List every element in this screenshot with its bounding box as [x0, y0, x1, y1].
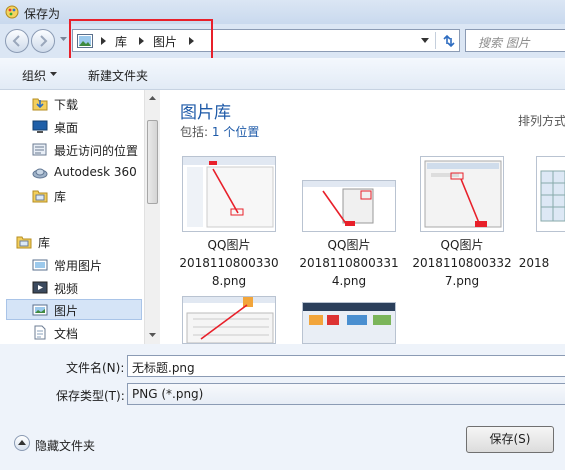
arrange-by-button[interactable]: 排列方式 — [518, 112, 565, 129]
scroll-up-icon[interactable] — [149, 96, 156, 100]
screenshot-thumbnail-icon — [183, 297, 275, 343]
new-folder-button[interactable]: 新建文件夹 — [88, 67, 148, 84]
sidebar-item-label: Autodesk 360 — [54, 165, 137, 179]
sidebar-item-downloads[interactable]: 下载 — [6, 93, 142, 114]
sidebar-item-documents[interactable]: 文档 — [6, 322, 142, 343]
recent-pages-dropdown-icon[interactable] — [60, 37, 67, 42]
library-includes: 包括: 1 个位置 — [180, 123, 259, 140]
save-button[interactable]: 保存(S) — [466, 426, 554, 453]
sidebar-item-label: 桌面 — [54, 121, 79, 135]
sidebar-item-label: 最近访问的位置 — [54, 144, 139, 158]
document-icon — [34, 325, 46, 340]
pictures-icon — [32, 259, 48, 271]
chevron-up-icon — [18, 440, 26, 445]
arrow-left-icon — [12, 35, 20, 47]
file-list-pane: 图片库 包括: 1 个位置 排列方式 QQ图片 2018110800330 8.… — [160, 90, 565, 344]
window-title: 保存为 — [24, 7, 61, 21]
paint-app-icon — [5, 5, 19, 19]
file-name[interactable]: QQ图片 2018110800332 7.png — [407, 236, 517, 290]
forward-button[interactable] — [31, 29, 55, 53]
screenshot-thumbnail-icon — [303, 303, 395, 343]
file-thumbnail[interactable] — [182, 296, 276, 344]
library-icon — [16, 236, 32, 249]
file-thumbnail[interactable] — [420, 156, 504, 232]
file-thumbnail[interactable] — [302, 302, 396, 344]
file-thumbnail[interactable] — [182, 156, 276, 232]
sidebar-item-common-pictures[interactable]: 常用图片 — [6, 254, 142, 275]
sidebar-item-desktop[interactable]: 桌面 — [6, 116, 142, 137]
sidebar-item-label: 库 — [54, 190, 67, 204]
video-icon — [32, 281, 48, 294]
sidebar-item-recent-places[interactable]: 最近访问的位置 — [6, 139, 142, 160]
sidebar-item-label: 文档 — [54, 327, 79, 341]
scroll-down-icon[interactable] — [149, 333, 156, 337]
file-thumbnail[interactable] — [302, 180, 396, 232]
screenshot-thumbnail-icon — [183, 157, 275, 231]
sidebar-item-label: 视频 — [54, 282, 79, 296]
includes-label: 包括: — [180, 125, 209, 139]
sidebar-item-pictures[interactable]: 图片 — [6, 299, 142, 320]
scrollbar-thumb[interactable] — [147, 120, 158, 204]
screenshot-thumbnail-icon — [421, 157, 503, 231]
file-name[interactable]: QQ图片 2018110800330 8.png — [174, 236, 284, 290]
refresh-icon[interactable] — [441, 33, 457, 49]
navigation-pane: 下载 桌面 最近访问的位置 Autodesk 360 库 库 常用图片 视频 图… — [0, 90, 144, 344]
filetype-label: 保存类型(T): — [56, 389, 125, 403]
chevron-down-icon[interactable] — [50, 72, 57, 76]
back-button[interactable] — [5, 29, 29, 53]
filename-label: 文件名(N): — [66, 361, 125, 375]
includes-locations-link[interactable]: 1 个位置 — [212, 125, 259, 139]
sidebar-item-label: 下载 — [54, 98, 79, 112]
sidebar-item-libraries[interactable]: 库 — [6, 231, 142, 252]
sidebar-item-label: 图片 — [54, 304, 79, 318]
address-history-dropdown-icon[interactable] — [421, 38, 429, 43]
filetype-select[interactable]: PNG (*.png) — [127, 383, 565, 405]
search-placeholder: 搜索 图片 — [478, 36, 530, 50]
sidebar-item-autodesk-360[interactable]: Autodesk 360 — [6, 162, 142, 183]
browser-content: 下载 桌面 最近访问的位置 Autodesk 360 库 库 常用图片 视频 图… — [0, 90, 565, 344]
annotation-highlight-box — [69, 19, 213, 61]
library-icon — [32, 190, 48, 203]
file-name[interactable]: 2018 — [504, 254, 564, 272]
sidebar-item-library[interactable]: 库 — [6, 185, 142, 206]
sidebar-item-videos[interactable]: 视频 — [6, 277, 142, 298]
spreadsheet-thumbnail-icon — [537, 157, 565, 231]
search-input[interactable]: 搜索 图片 — [465, 29, 565, 52]
cloud-icon — [32, 168, 48, 179]
file-name[interactable]: QQ图片 2018110800331 4.png — [294, 236, 404, 290]
arrow-right-icon — [40, 35, 48, 47]
organize-button[interactable]: 组织 — [22, 67, 46, 84]
recent-places-icon — [32, 143, 47, 156]
sidebar-item-label: 库 — [38, 236, 51, 250]
download-folder-icon — [32, 98, 48, 111]
address-separator — [435, 32, 436, 49]
command-toolbar: 组织 新建文件夹 — [0, 58, 565, 90]
desktop-icon — [32, 120, 48, 133]
hide-folders-button[interactable] — [14, 435, 30, 451]
filetype-value: PNG (*.png) — [132, 387, 204, 401]
file-thumbnail[interactable] — [536, 156, 565, 232]
save-options-panel: 文件名(N): 无标题.png 保存类型(T): PNG (*.png) 隐藏文… — [0, 344, 565, 470]
sidebar-item-label: 常用图片 — [54, 259, 103, 273]
filename-input[interactable]: 无标题.png — [127, 355, 565, 377]
hide-folders-label[interactable]: 隐藏文件夹 — [35, 437, 95, 454]
pictures-icon — [32, 304, 48, 316]
navigation-pane-scrollbar[interactable] — [144, 90, 160, 344]
library-title: 图片库 — [180, 103, 231, 123]
screenshot-thumbnail-icon — [303, 181, 395, 231]
filename-value: 无标题.png — [132, 361, 195, 375]
